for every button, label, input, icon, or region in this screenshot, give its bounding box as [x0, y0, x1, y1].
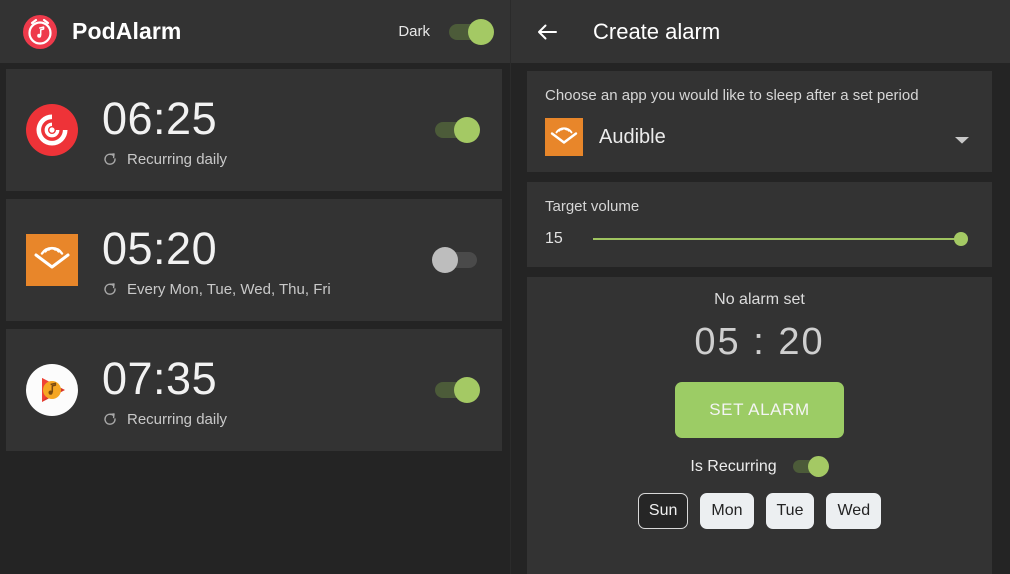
alarm-schedule: Every Mon, Tue, Wed, Thu, Fri — [102, 281, 432, 298]
alarm-info: 07:35 Recurring daily — [102, 353, 432, 428]
volume-value: 15 — [545, 230, 563, 247]
brand-title: PodAlarm — [72, 18, 182, 44]
podalarm-logo-icon — [22, 14, 58, 50]
target-volume-panel: Target volume 15 — [527, 182, 992, 267]
alarm-enabled-toggle[interactable] — [432, 377, 480, 403]
dark-mode-toggle[interactable] — [446, 18, 494, 45]
alarm-time: 06:25 — [102, 92, 218, 144]
volume-slider[interactable] — [593, 229, 968, 249]
alarm-list: 06:25 Recurring daily 05:20 Every Mon, T… — [0, 63, 510, 574]
app-chooser-label: Choose an app you would like to sleep af… — [545, 87, 919, 104]
alarm-status-text: No alarm set — [714, 291, 805, 308]
dark-mode-label: Dark — [398, 23, 430, 40]
repeat-icon — [102, 411, 118, 427]
app-chooser-panel: Choose an app you would like to sleep af… — [527, 71, 992, 172]
toggle-thumb — [454, 117, 480, 143]
google-play-music-icon — [26, 364, 78, 416]
top-bars: PodAlarm Dark Create alarm — [0, 0, 1010, 63]
audible-icon — [545, 118, 583, 156]
selected-app-label: Audible — [599, 125, 666, 148]
alarm-schedule-label: Recurring daily — [127, 150, 228, 168]
alarm-schedule: Recurring daily — [102, 411, 432, 428]
day-chip-wed[interactable]: Wed — [826, 493, 882, 529]
alarm-list-item[interactable]: 05:20 Every Mon, Tue, Wed, Thu, Fri — [6, 199, 502, 321]
alarm-info: 05:20 Every Mon, Tue, Wed, Thu, Fri — [102, 223, 432, 298]
alarm-list-item[interactable]: 06:25 Recurring daily — [6, 69, 502, 191]
is-recurring-toggle[interactable] — [791, 456, 829, 477]
day-chip-sun[interactable]: Sun — [637, 493, 689, 529]
page-title: Create alarm — [593, 18, 721, 44]
alarm-enabled-toggle[interactable] — [432, 247, 480, 273]
alarm-info: 06:25 Recurring daily — [102, 93, 432, 168]
alarm-time-display[interactable]: 05 : 20 — [545, 321, 974, 364]
create-alarm-form: Choose an app you would like to sleep af… — [510, 63, 1010, 574]
alarm-enabled-toggle[interactable] — [432, 117, 480, 143]
content-area: 06:25 Recurring daily 05:20 Every Mon, T… — [0, 63, 1010, 574]
app-toolbar: PodAlarm Dark — [0, 0, 510, 63]
app-root: PodAlarm Dark Create alarm 06:25 Recurri… — [0, 0, 1010, 574]
alarm-time: 07:35 — [102, 352, 218, 404]
alarm-schedule-label: Every Mon, Tue, Wed, Thu, Fri — [127, 280, 331, 298]
alarm-time: 05:20 — [102, 222, 218, 274]
alarm-schedule: Recurring daily — [102, 151, 432, 168]
is-recurring-row: Is Recurring — [545, 456, 974, 477]
volume-slider-row: 15 — [545, 229, 974, 249]
is-recurring-label: Is Recurring — [690, 457, 777, 475]
chevron-down-icon[interactable] — [954, 132, 970, 144]
back-arrow-icon[interactable] — [533, 18, 561, 46]
toggle-thumb — [454, 377, 480, 403]
slider-knob[interactable] — [954, 232, 968, 246]
repeat-icon — [102, 281, 118, 297]
slider-fill — [593, 238, 966, 240]
day-chip-mon[interactable]: Mon — [700, 493, 754, 529]
day-chip-tue[interactable]: Tue — [765, 493, 815, 529]
toggle-thumb — [807, 456, 829, 477]
toggle-thumb — [468, 18, 494, 45]
day-selector: Sun Mon Tue Wed — [545, 493, 974, 529]
repeat-icon — [102, 151, 118, 167]
app-select-dropdown[interactable]: Audible — [545, 118, 974, 156]
detail-toolbar: Create alarm — [510, 0, 1010, 63]
toggle-thumb — [432, 247, 458, 273]
target-volume-label: Target volume — [545, 198, 640, 215]
set-alarm-button[interactable]: SET ALARM — [675, 382, 844, 438]
audible-icon — [26, 234, 78, 286]
pocket-casts-icon — [26, 104, 78, 156]
alarm-schedule-label: Recurring daily — [127, 410, 228, 428]
alarm-setter-panel: No alarm set 05 : 20 SET ALARM Is Recurr… — [527, 277, 992, 574]
alarm-list-item[interactable]: 07:35 Recurring daily — [6, 329, 502, 451]
